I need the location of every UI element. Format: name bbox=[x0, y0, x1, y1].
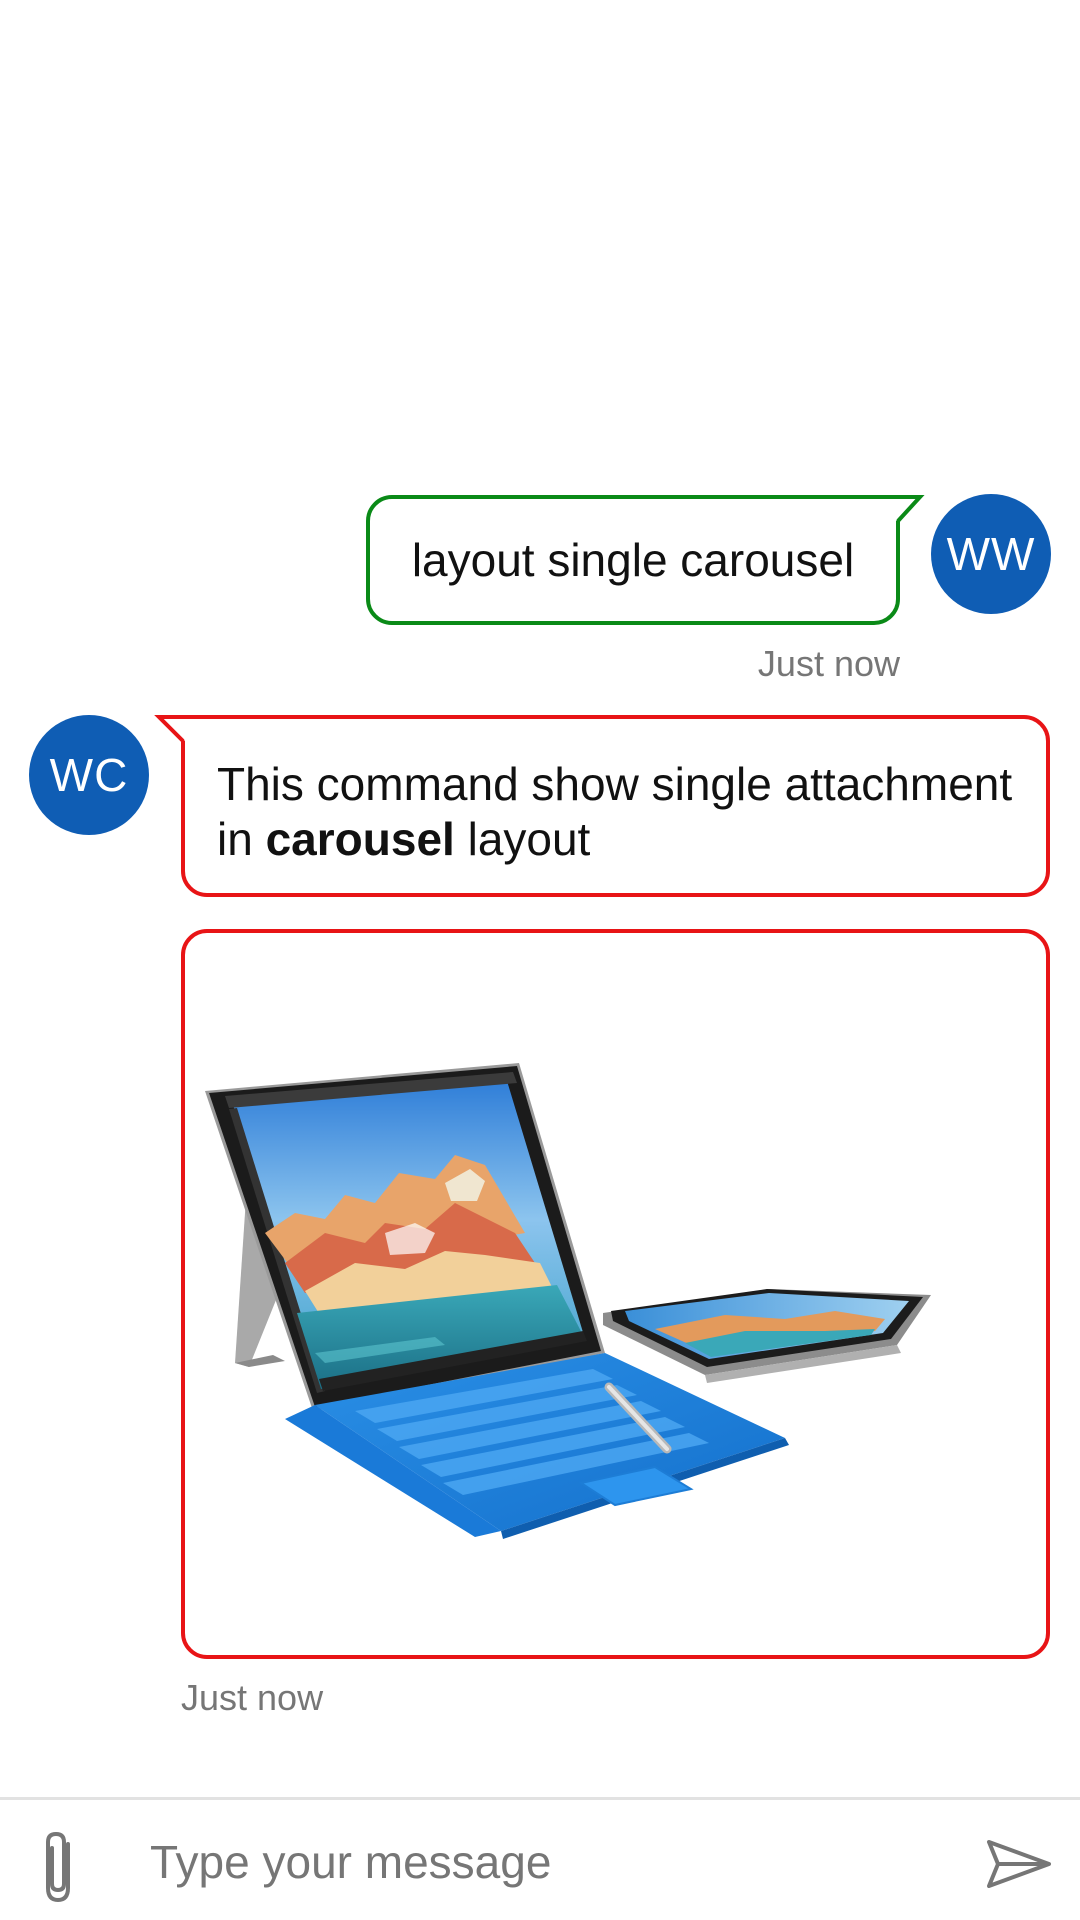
bot-bubble-tail bbox=[154, 715, 185, 743]
attach-button[interactable] bbox=[30, 1828, 90, 1908]
chat-screen: layout single carousel WW Just now WC Th… bbox=[0, 0, 1080, 1920]
bot-message-bold: carousel bbox=[265, 813, 455, 865]
laptop-image bbox=[205, 1063, 931, 1539]
bot-message-text: This command show single attachment in c… bbox=[217, 758, 1013, 865]
user-bubble-tail bbox=[896, 495, 925, 523]
bot-message-timestamp: Just now bbox=[181, 1677, 324, 1718]
bot-avatar: WC bbox=[29, 715, 149, 835]
paperclip-icon bbox=[46, 1831, 70, 1903]
user-avatar-initials: WW bbox=[946, 528, 1036, 580]
user-message-bubble: layout single carousel bbox=[366, 495, 900, 625]
send-button[interactable] bbox=[984, 1832, 1054, 1896]
bot-avatar-initials: WC bbox=[49, 749, 129, 801]
bot-message-bubble: This command show single attachment in c… bbox=[181, 715, 1050, 897]
carousel-attachment-card[interactable] bbox=[181, 929, 1050, 1659]
message-input[interactable] bbox=[150, 1822, 950, 1902]
user-message-text: layout single carousel bbox=[411, 534, 855, 586]
send-icon bbox=[987, 1840, 1051, 1888]
user-avatar: WW bbox=[931, 494, 1051, 614]
message-composer bbox=[0, 1797, 1080, 1920]
user-message-timestamp: Just now bbox=[757, 643, 900, 684]
